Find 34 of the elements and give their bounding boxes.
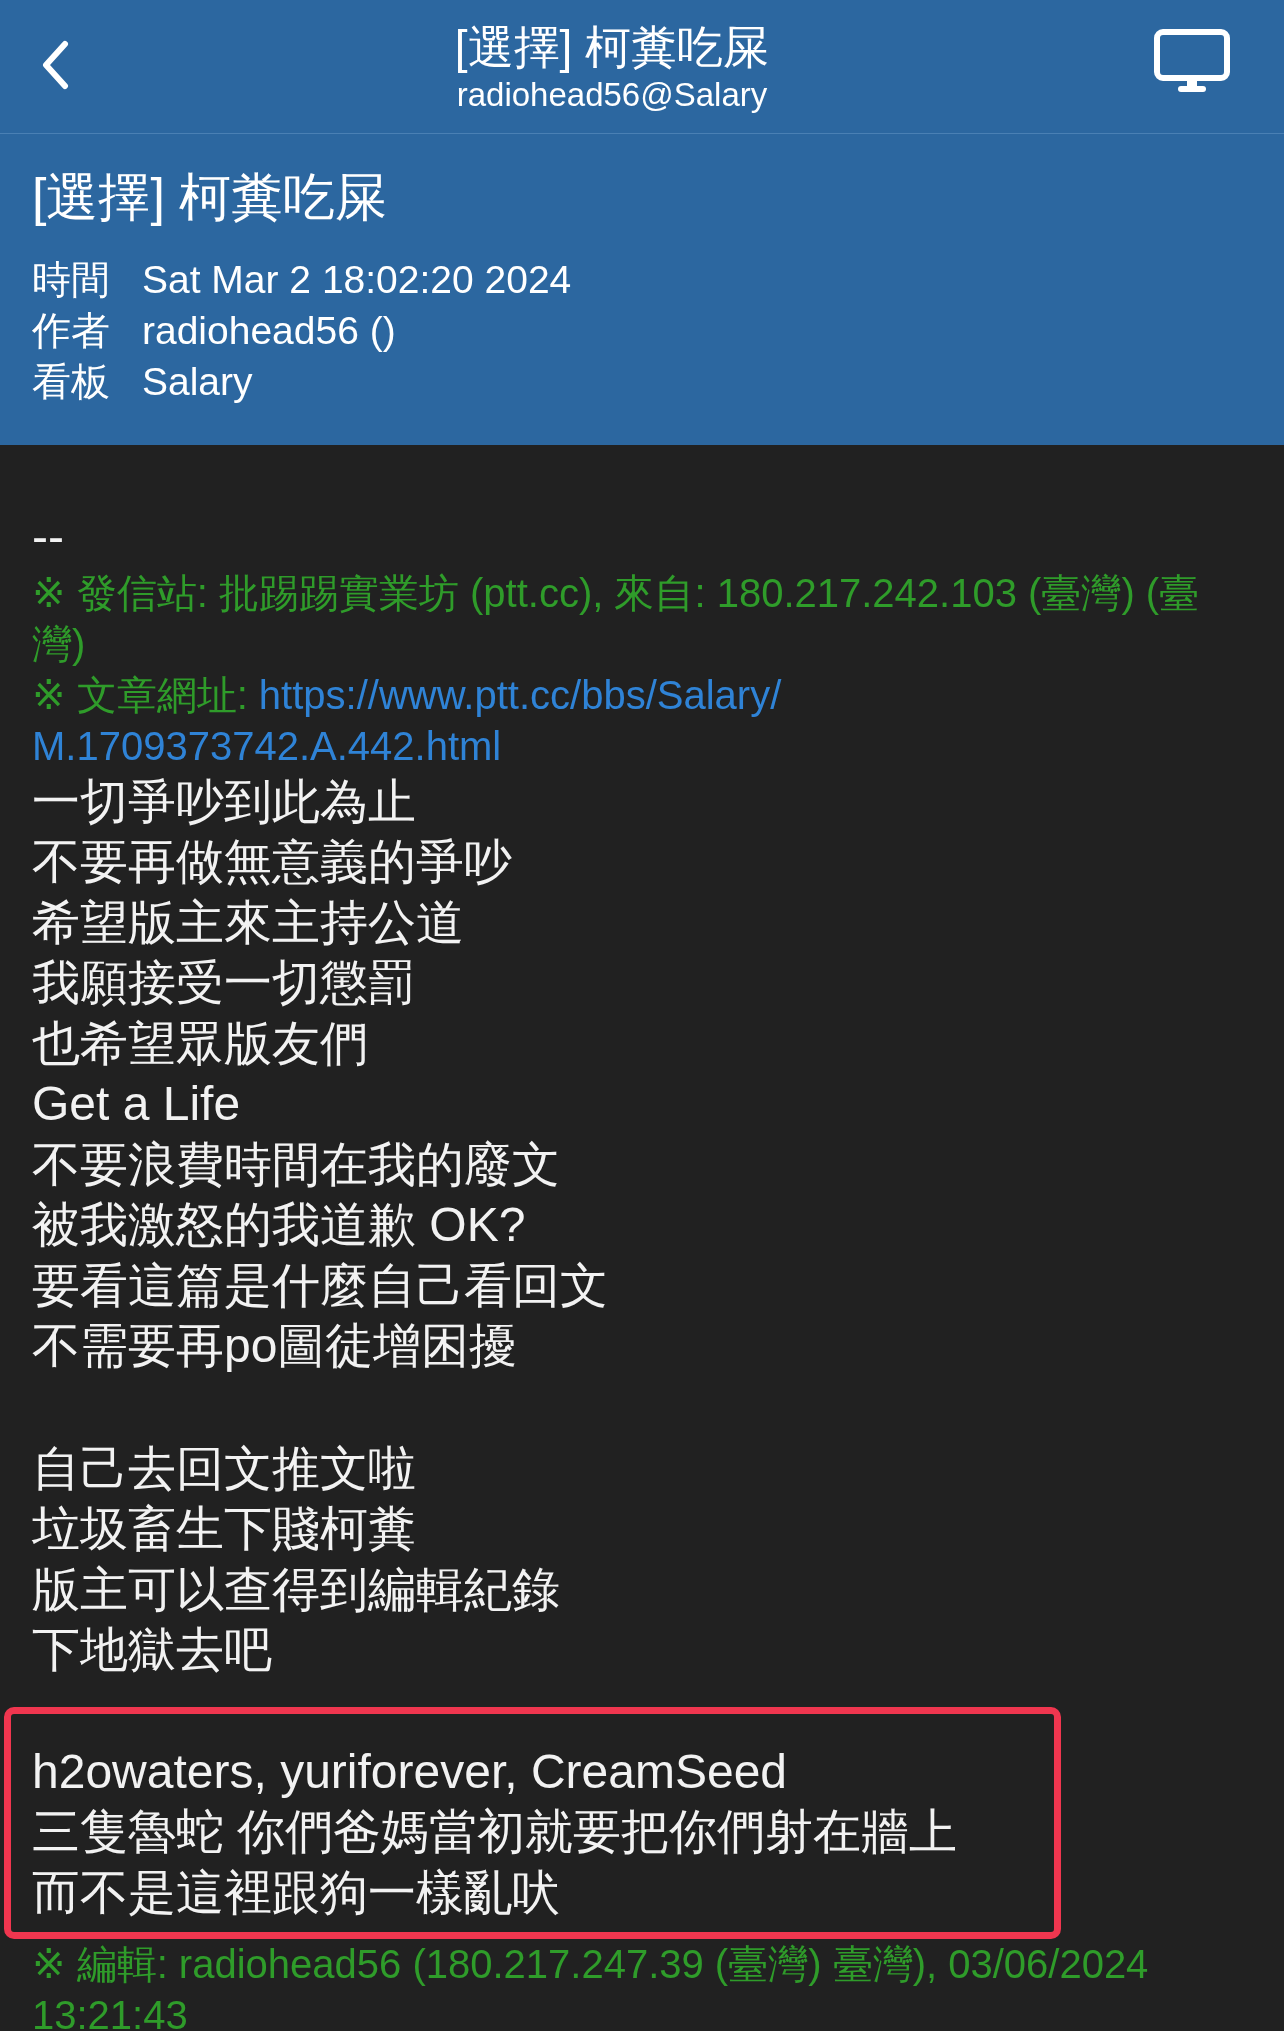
content-line: 自己去回文推文啦 (32, 1440, 417, 1497)
content-line: 垃圾畜生下賤柯糞 (32, 1501, 417, 1557)
content-line: 一切爭吵到此為止 (32, 773, 417, 830)
content-line: -- (32, 509, 65, 565)
url-label: ※ 文章網址: (32, 672, 249, 717)
nav-title: [選擇] 柯糞吃屎 (454, 19, 770, 75)
article-link[interactable]: M.1709373742.A.442.html (32, 723, 502, 768)
meta-label: 作者 (32, 308, 110, 354)
signature-line: ※ 發信站: 批踢踢實業坊 (ptt.cc), 來自: 180.217.242.103 (臺灣) (臺灣) (32, 569, 1201, 668)
back-icon[interactable] (40, 39, 70, 90)
meta-label: 時間 (32, 257, 110, 303)
meta-label: 看板 (32, 359, 110, 405)
content-line: 不需要再po圖徒增困擾 (32, 1318, 519, 1374)
content-line: Get a Life (32, 1076, 242, 1132)
content-line: 希望版主來主持公道 (32, 894, 465, 951)
content-line: h2owaters, yuriforever, CreamSeed (32, 1743, 788, 1800)
content-line: 下地獄去吧 (32, 1622, 273, 1678)
content-line: 三隻魯蛇 你們爸媽當初就要把你們射在牆上 (32, 1804, 959, 1860)
content-line: 而不是這裡跟狗一樣亂吠 (32, 1864, 561, 1921)
meta-value: Salary (142, 359, 254, 405)
content-line: 版主可以查得到編輯紀錄 (32, 1561, 561, 1618)
content-line: 我願接受一切懲罰 (32, 955, 417, 1011)
content-line: 被我激怒的我道歉 OK? (32, 1197, 527, 1253)
content-line: 也希望眾版友們 (32, 1015, 369, 1072)
article-title: [選擇] 柯糞吃屎 (32, 167, 389, 228)
article-link[interactable]: https://www.ptt.cc/bbs/Salary/ (258, 672, 782, 717)
meta-value: radiohead56 () (142, 308, 397, 354)
signature-line: ※ 編輯: radiohead56 (180.217.247.39 (臺灣) 臺灣), 03/06/2024 13:21:43 (32, 1940, 1150, 2031)
content-line: 不要浪費時間在我的廢文 (32, 1136, 561, 1193)
content-line: 不要再做無意義的爭吵 (32, 834, 513, 890)
content-line: 要看這篇是什麼自己看回文 (32, 1257, 609, 1314)
meta-value: Sat Mar 2 18:02:20 2024 (142, 257, 573, 303)
nav-subtitle: radiohead56@Salary (456, 74, 768, 115)
monitor-icon[interactable] (1154, 28, 1230, 95)
